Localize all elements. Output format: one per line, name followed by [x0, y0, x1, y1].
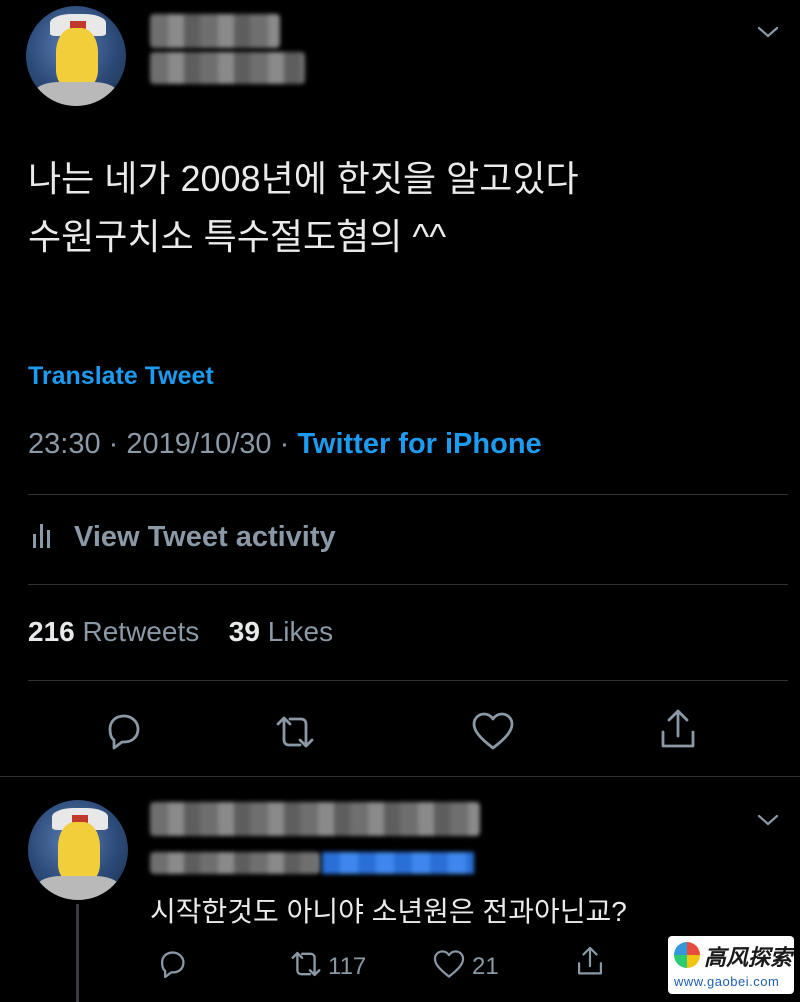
tweet-meta: 23:30 · 2019/10/30 · Twitter for iPhone [28, 428, 542, 461]
view-tweet-activity-button[interactable]: View Tweet activity [30, 520, 336, 555]
likes-count: 39 [228, 616, 260, 647]
reply-like-heart-icon [432, 948, 466, 985]
retweets-stat[interactable]: 216 Retweets [28, 616, 207, 647]
meta-separator: · [108, 428, 119, 460]
reply-author-avatar[interactable] [28, 800, 128, 900]
reply-like-button[interactable]: 21 [432, 948, 499, 985]
reply-subtitle-redacted [150, 852, 320, 874]
watermark: 高风探索 www.gaobei.com [668, 936, 794, 994]
retweets-count: 216 [28, 616, 75, 647]
translate-tweet-link[interactable]: Translate Tweet [28, 362, 214, 391]
view-tweet-activity-label: View Tweet activity [74, 521, 336, 553]
reply-retweet-button[interactable]: 117 [288, 948, 366, 985]
author-avatar[interactable] [26, 6, 126, 106]
tweet-time: 23:30 [28, 428, 101, 460]
tweet-text: 나는 네가 2008년에 한짓을 알고있다 수원구치소 특수절도혐의 ^^ [28, 150, 788, 266]
tweet-text-line: 수원구치소 특수절도혐의 ^^ [28, 216, 447, 257]
like-heart-icon[interactable] [470, 710, 516, 752]
retweet-icon[interactable] [272, 712, 318, 752]
reply-author-name-redacted[interactable] [150, 802, 480, 836]
reply-retweet-icon [288, 948, 324, 985]
watermark-title: 高风探索 [704, 945, 793, 971]
divider [28, 494, 788, 495]
replying-to-handle-redacted[interactable] [322, 852, 474, 874]
reply-icon[interactable] [102, 710, 144, 752]
reply-share-icon[interactable] [574, 944, 606, 978]
reply-like-count: 21 [472, 952, 499, 980]
tweet-date: 2019/10/30 [126, 428, 272, 460]
tweet-stats: 216 Retweets 39 Likes [28, 616, 333, 648]
reply-chevron-down-icon[interactable] [756, 812, 780, 828]
author-handle-redacted[interactable] [150, 52, 305, 84]
meta-separator: · [279, 428, 290, 460]
author-name-redacted[interactable] [150, 14, 280, 48]
chevron-down-icon[interactable] [756, 24, 780, 40]
analytics-bars-icon [30, 520, 54, 555]
likes-stat[interactable]: 39 Likes [229, 616, 333, 647]
divider [0, 776, 800, 777]
share-icon[interactable] [656, 706, 700, 752]
watermark-url: www.gaobei.com [674, 974, 780, 989]
retweets-label: Retweets [82, 616, 200, 647]
divider [28, 584, 788, 585]
reply-retweet-count: 117 [328, 952, 367, 980]
reply-text: 시작한것도 아니야 소년원은 전과아닌교? [150, 896, 627, 927]
likes-label: Likes [267, 616, 334, 647]
tweet-source-link[interactable]: Twitter for iPhone [297, 428, 541, 460]
divider [28, 680, 788, 681]
tweet-text-line: 나는 네가 2008년에 한짓을 알고있다 [28, 158, 579, 199]
reply-reply-icon[interactable] [156, 948, 188, 980]
thread-line [76, 904, 79, 1002]
watermark-logo [674, 942, 700, 968]
